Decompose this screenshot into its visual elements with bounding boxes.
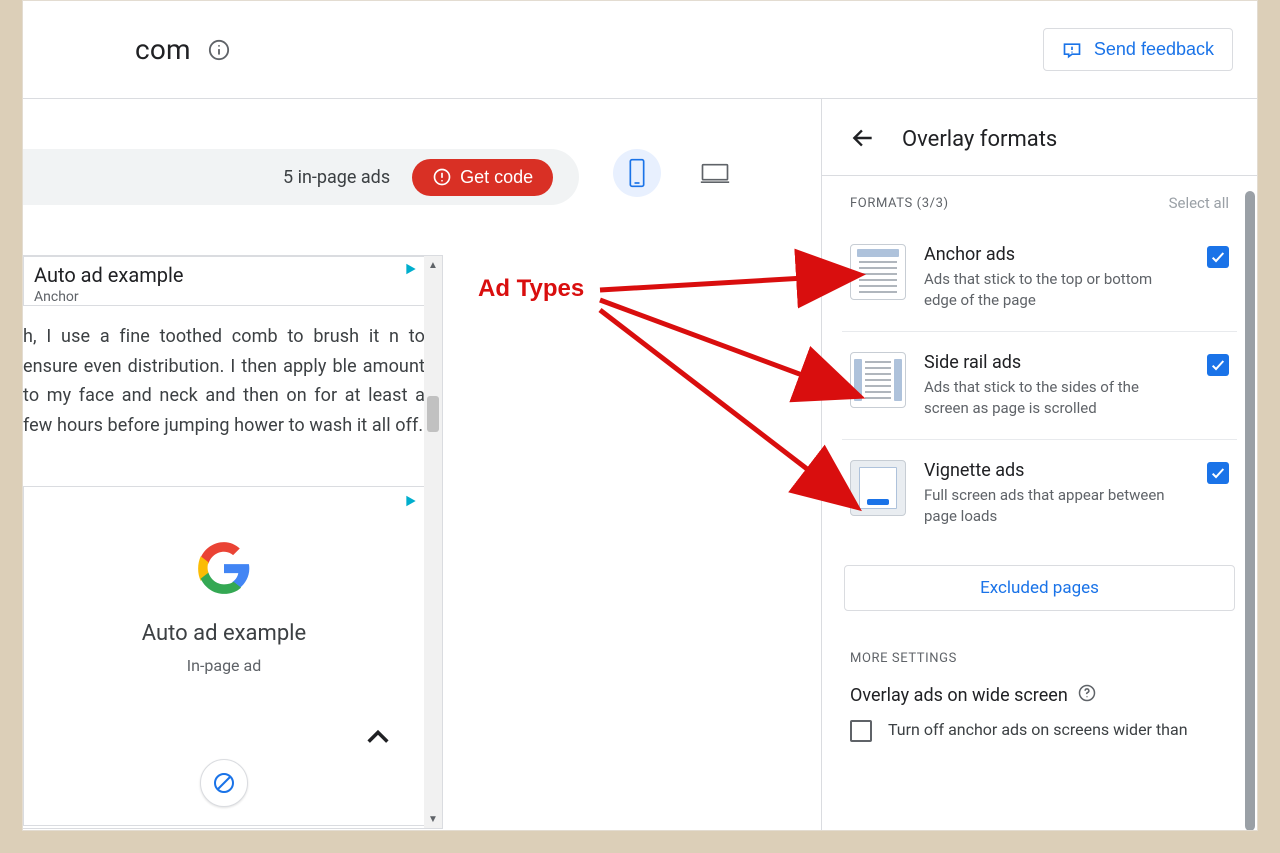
feedback-icon — [1062, 40, 1082, 60]
vignette-ads-icon — [850, 460, 906, 516]
info-icon[interactable] — [207, 38, 231, 62]
format-title: Anchor ads — [924, 244, 1189, 265]
main-area: 5 in-page ads Get code Auto ad example — [23, 99, 822, 830]
anchor-ads-icon — [850, 244, 906, 300]
side-rail-ads-checkbox[interactable] — [1207, 354, 1229, 376]
help-icon[interactable] — [1078, 684, 1096, 706]
format-text: Anchor ads Ads that stick to the top or … — [924, 244, 1189, 311]
device-toggle — [613, 149, 739, 197]
anchor-ads-checkbox[interactable] — [1207, 246, 1229, 268]
side-panel: Overlay formats FORMATS (3/3) Select all… — [822, 99, 1257, 830]
site-domain-text: com — [135, 33, 191, 66]
panel-scrollbar[interactable] — [1245, 191, 1255, 830]
adchoices-icon[interactable] — [404, 493, 418, 512]
ads-count-label: 5 in-page ads — [283, 167, 390, 188]
panel-header: Overlay formats — [822, 99, 1257, 175]
google-logo-icon — [197, 541, 251, 595]
format-anchor-ads[interactable]: Anchor ads Ads that stick to the top or … — [842, 224, 1237, 332]
format-title: Side rail ads — [924, 352, 1189, 373]
panel-title: Overlay formats — [902, 127, 1057, 152]
preview-pane: Auto ad example Anchor h, I use a fine t… — [23, 255, 443, 829]
format-desc: Ads that stick to the top or bottom edge… — [924, 269, 1174, 311]
inpage-ad-preview: Auto ad example In-page ad — [23, 486, 425, 826]
inpage-ad-sub: In-page ad — [187, 656, 261, 675]
wide-screen-option: Turn off anchor ads on screens wider tha… — [822, 712, 1257, 742]
alert-icon — [432, 167, 452, 187]
format-desc: Ads that stick to the sides of the scree… — [924, 377, 1174, 419]
vignette-ads-checkbox[interactable] — [1207, 462, 1229, 484]
desktop-icon — [700, 162, 730, 184]
more-settings-label: MORE SETTINGS — [822, 611, 1257, 674]
app-window: com Send feedback 5 in-page ads Get code — [22, 0, 1258, 831]
scroll-up-icon[interactable]: ▲ — [424, 256, 442, 274]
arrow-left-icon — [850, 125, 876, 151]
anchor-ad-sub: Anchor — [34, 289, 414, 305]
site-title: com — [135, 33, 231, 66]
formats-list: Anchor ads Ads that stick to the top or … — [822, 216, 1257, 547]
scrollbar-thumb[interactable] — [427, 396, 439, 432]
preview-body-text: h, I use a fine toothed comb to brush it… — [23, 318, 425, 445]
wide-screen-checkbox[interactable] — [850, 720, 872, 742]
format-title: Vignette ads — [924, 460, 1189, 481]
desktop-preview-button[interactable] — [691, 149, 739, 197]
send-feedback-label: Send feedback — [1094, 39, 1214, 60]
formats-label: FORMATS (3/3) — [850, 196, 949, 211]
mobile-icon — [626, 158, 648, 188]
formats-section-head: FORMATS (3/3) Select all — [822, 176, 1257, 216]
preview-scrollbar[interactable]: ▲ ▼ — [424, 256, 442, 828]
side-rail-ads-icon — [850, 352, 906, 408]
send-feedback-button[interactable]: Send feedback — [1043, 28, 1233, 71]
block-ad-button[interactable] — [200, 759, 248, 807]
wide-screen-checkbox-label: Turn off anchor ads on screens wider tha… — [888, 720, 1188, 739]
anchor-ad-preview: Auto ad example Anchor — [23, 256, 425, 306]
excluded-pages-button[interactable]: Excluded pages — [844, 565, 1235, 611]
scroll-down-icon[interactable]: ▼ — [424, 810, 442, 828]
format-side-rail-ads[interactable]: Side rail ads Ads that stick to the side… — [842, 332, 1237, 440]
format-text: Vignette ads Full screen ads that appear… — [924, 460, 1189, 527]
format-text: Side rail ads Ads that stick to the side… — [924, 352, 1189, 419]
anchor-ad-title: Auto ad example — [34, 263, 414, 287]
format-vignette-ads[interactable]: Vignette ads Full screen ads that appear… — [842, 440, 1237, 547]
mobile-preview-button[interactable] — [613, 149, 661, 197]
get-code-button[interactable]: Get code — [412, 159, 553, 196]
adchoices-icon[interactable] — [404, 261, 418, 280]
format-desc: Full screen ads that appear between page… — [924, 485, 1174, 527]
app-body: 5 in-page ads Get code Auto ad example — [23, 99, 1257, 830]
select-all-button[interactable]: Select all — [1169, 194, 1229, 212]
wide-screen-row: Overlay ads on wide screen — [822, 674, 1257, 712]
back-button[interactable] — [850, 125, 878, 153]
annotation-label: Ad Types — [478, 275, 584, 303]
inpage-ad-title: Auto ad example — [142, 621, 306, 646]
toolbar: 5 in-page ads Get code — [23, 149, 579, 205]
get-code-label: Get code — [460, 167, 533, 188]
app-header: com Send feedback — [23, 1, 1257, 99]
chevron-up-icon[interactable] — [364, 723, 392, 755]
wide-screen-title: Overlay ads on wide screen — [850, 685, 1068, 706]
